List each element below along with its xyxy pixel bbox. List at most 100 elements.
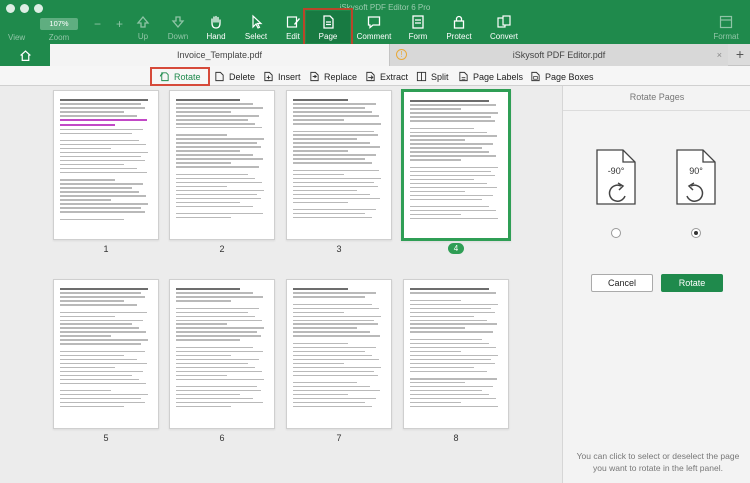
page-toolbar: Rotate Delete Insert Replace Extract Spl… <box>0 66 750 86</box>
convert-button[interactable]: Convert <box>482 14 526 41</box>
text-line <box>293 288 349 290</box>
text-line <box>410 116 491 118</box>
form-button[interactable]: Form <box>396 14 440 41</box>
rotate-button[interactable]: Rotate <box>661 274 723 292</box>
page-thumbnail-2[interactable] <box>169 90 275 240</box>
rotate-tool-button[interactable]: Rotate <box>150 67 210 86</box>
text-line <box>60 323 132 325</box>
text-line <box>176 154 254 156</box>
tab-iskysoft-pdf-editor[interactable]: ! iSkysoft PDF Editor.pdf × <box>390 44 728 66</box>
text-line <box>60 319 143 321</box>
text-line <box>293 111 373 113</box>
text-line <box>176 146 261 148</box>
text-line <box>176 189 265 192</box>
text-line <box>176 166 259 168</box>
add-tab-button[interactable]: + <box>730 44 750 66</box>
page-thumbnail-3[interactable] <box>286 90 392 240</box>
text-line <box>176 185 227 188</box>
text-line <box>60 99 149 101</box>
text-line <box>60 300 125 302</box>
page-thumbnail-6[interactable] <box>169 279 275 429</box>
text-line <box>60 218 125 220</box>
hand-button[interactable]: Hand <box>194 14 238 41</box>
rotate-counterclockwise-icon <box>596 149 636 205</box>
tab-invoice-template[interactable]: Invoice_Template.pdf <box>50 44 390 66</box>
text-line <box>293 350 365 353</box>
text-line <box>176 339 241 341</box>
rotate-clockwise-icon <box>676 149 716 205</box>
rotate-left-radio[interactable] <box>611 228 621 238</box>
page-thumbnail-4[interactable] <box>401 89 511 241</box>
rotate-right-radio[interactable] <box>691 228 701 238</box>
rotate-left-option[interactable]: -90° <box>593 146 639 208</box>
text-line <box>293 331 371 333</box>
protect-button[interactable]: Protect <box>437 14 481 41</box>
text-line <box>410 378 498 380</box>
format-button[interactable]: Format <box>704 14 748 41</box>
format-icon <box>719 15 733 29</box>
text-line <box>410 292 496 294</box>
delete-page-button[interactable]: Delete <box>214 69 255 84</box>
text-line <box>410 135 498 137</box>
text-line <box>60 179 116 181</box>
page-number-label: 8 <box>453 433 459 443</box>
text-line <box>176 123 256 125</box>
selected-page-badge: 4 <box>447 243 465 254</box>
text-line <box>60 211 145 213</box>
close-tab-icon[interactable]: × <box>717 44 722 66</box>
insert-page-button[interactable]: Insert <box>263 69 301 84</box>
text-line <box>293 150 349 152</box>
home-tab[interactable] <box>0 44 50 66</box>
text-line <box>176 402 264 404</box>
main-toolbar: iSkysoft PDF Editor 6 Pro View 107% Zoom… <box>0 0 750 46</box>
zoom-out-button[interactable]: − <box>94 17 101 31</box>
text-line <box>410 299 461 301</box>
page-thumbnail-7[interactable] <box>286 279 392 429</box>
page-boxes-button[interactable]: Page Boxes <box>530 69 594 84</box>
text-line <box>60 207 141 209</box>
page-button[interactable]: Page <box>303 8 353 46</box>
text-line <box>410 104 496 106</box>
page-labels-button[interactable]: Page Labels <box>458 69 523 84</box>
zoom-select[interactable]: 107% <box>40 18 78 30</box>
text-line <box>60 163 125 166</box>
panel-divider <box>563 110 750 111</box>
page-text-preview <box>176 99 268 219</box>
text-line <box>60 292 141 294</box>
text-line <box>410 390 482 392</box>
zoom-window-button[interactable] <box>34 4 43 13</box>
extract-page-button[interactable]: Extract <box>365 69 408 84</box>
text-line <box>60 203 149 205</box>
text-line <box>60 191 140 193</box>
text-line <box>60 394 149 396</box>
page-number-label: 6 <box>219 433 225 443</box>
split-button[interactable]: Split <box>416 69 449 84</box>
page-text-preview <box>293 99 385 219</box>
page-thumbnail-8[interactable] <box>403 279 509 429</box>
page-text-preview <box>176 288 268 408</box>
text-line <box>176 217 232 219</box>
close-window-button[interactable] <box>6 4 15 13</box>
comment-button[interactable]: Comment <box>352 14 396 41</box>
text-line <box>60 343 141 345</box>
text-line <box>60 156 141 158</box>
page-thumbnail-1[interactable] <box>53 90 159 240</box>
text-line <box>410 303 499 305</box>
text-line <box>410 386 493 388</box>
text-line <box>60 406 125 408</box>
minimize-window-button[interactable] <box>20 4 29 13</box>
rotate-right-option[interactable]: 90° <box>673 146 719 208</box>
cursor-icon <box>252 14 263 29</box>
page-number-label: 3 <box>336 244 342 254</box>
text-line <box>176 134 227 136</box>
lock-icon <box>453 15 465 29</box>
text-line <box>293 193 371 196</box>
view-button[interactable]: View <box>8 33 25 42</box>
text-line <box>176 115 259 117</box>
text-line <box>293 374 378 377</box>
replace-page-button[interactable]: Replace <box>309 69 357 84</box>
text-line <box>293 142 371 144</box>
insert-page-icon <box>264 71 273 82</box>
page-thumbnail-5[interactable] <box>53 279 159 429</box>
cancel-button[interactable]: Cancel <box>591 274 653 292</box>
